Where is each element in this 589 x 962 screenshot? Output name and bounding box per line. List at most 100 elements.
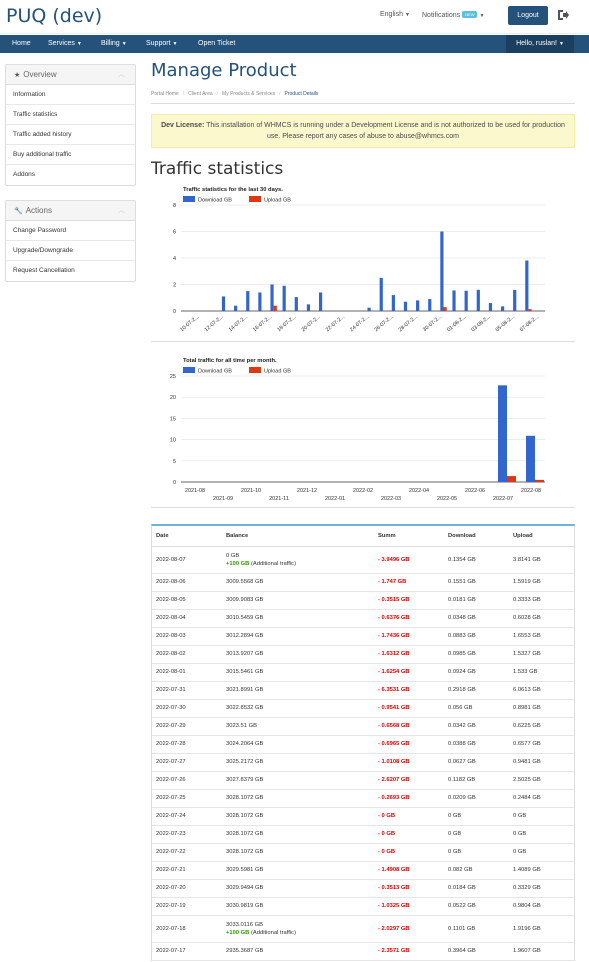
- nav-support[interactable]: Support ▼: [146, 35, 177, 53]
- cell-summ: - 0.3515 GB: [374, 591, 444, 610]
- logout-button[interactable]: Logout: [508, 6, 548, 25]
- col-date[interactable]: Date: [152, 526, 222, 547]
- brand-logo[interactable]: PUQ (dev): [6, 5, 102, 27]
- cell-download: 0.0184 GB: [444, 879, 509, 898]
- download-bar: [488, 303, 493, 311]
- overview-panel-header[interactable]: ★ Overview ︿: [6, 65, 135, 85]
- y-tick-label: 6: [173, 230, 176, 236]
- cell-date: 2022-07-20: [152, 879, 222, 898]
- language-selector[interactable]: English ▼: [380, 11, 410, 18]
- sidebar-item-traffic-added-history[interactable]: Traffic added history: [6, 125, 135, 145]
- cell-balance-value: 2935.3687 GB: [226, 948, 264, 954]
- x-tick-label: 2021-11: [269, 496, 289, 502]
- table-row: 2022-07-23 3028.1072 GB - 0 GB 0 GB 0 GB: [152, 825, 574, 844]
- chevron-up-icon[interactable]: ︿: [118, 65, 125, 85]
- section-title: Traffic statistics: [151, 159, 284, 179]
- user-menu[interactable]: Hello, ruslan! ▼: [506, 35, 574, 53]
- cell-summ-value: - 1.4908 GB: [378, 867, 410, 873]
- cell-download-value: 0.0985 GB: [448, 651, 476, 657]
- legend-label: Upload GB: [264, 369, 291, 375]
- chart-title: Total traffic for all time per month.: [183, 358, 277, 364]
- sidebar-item-upgrade-downgrade[interactable]: Upgrade/Downgrade: [6, 241, 135, 261]
- cell-date-value: 2022-08-02: [156, 651, 186, 657]
- breadcrumb-client-area[interactable]: Client Area: [188, 91, 212, 97]
- cell-date: 2022-07-27: [152, 753, 222, 772]
- download-bar: [258, 292, 262, 311]
- sidebar-item-addons[interactable]: Addons: [6, 165, 135, 185]
- cell-download: 0.0388 GB: [444, 735, 509, 754]
- nav-billing[interactable]: Billing ▼: [101, 35, 127, 53]
- sign-out-icon[interactable]: [557, 9, 569, 21]
- sidebar-item-buy-additional-traffic[interactable]: Buy additional traffic: [6, 145, 135, 165]
- download-bar: [440, 231, 444, 311]
- cell-balance: 3023.51 GB: [222, 717, 374, 736]
- y-tick-label: 0: [173, 309, 176, 315]
- col-balance[interactable]: Balance: [222, 526, 374, 547]
- cell-balance-value: 3025.2172 GB: [226, 759, 264, 765]
- notifications-menu[interactable]: Notifications NEW ▼: [422, 11, 484, 19]
- nav-services[interactable]: Services ▼: [48, 35, 82, 53]
- cell-download-value: 0 GB: [448, 831, 462, 837]
- sidebar-item-change-password[interactable]: Change Password: [6, 221, 135, 241]
- y-tick-label: 10: [170, 438, 176, 444]
- cell-upload: 1.6553 GB: [509, 627, 574, 646]
- cell-summ: - 0 GB: [374, 825, 444, 844]
- download-bar: [498, 385, 507, 482]
- table-row: 2022-07-27 3025.2172 GB - 1.0108 GB 0.0627 …: [152, 753, 574, 772]
- cell-summ: - 0.2693 GB: [374, 789, 444, 808]
- sidebar-item-request-cancellation[interactable]: Request Cancellation: [6, 261, 135, 281]
- cell-download: 0 GB: [444, 825, 509, 844]
- chevron-down-icon: ▼: [76, 41, 82, 47]
- cell-balance: 3010.5459 GB: [222, 609, 374, 628]
- cell-summ: - 1.6312 GB: [374, 645, 444, 664]
- y-tick-label: 5: [173, 459, 176, 465]
- legend-swatch: [249, 367, 261, 373]
- sidebar-item-information[interactable]: Information: [6, 85, 135, 105]
- table-row: 2022-07-19 3030.9819 GB - 1.0325 GB 0.0522 …: [152, 897, 574, 916]
- cell-balance-value: 3015.5461 GB: [226, 669, 264, 675]
- col-download[interactable]: Download: [444, 526, 509, 547]
- cell-download: 0.0181 GB: [444, 591, 509, 610]
- x-tick-label: 01-08-2...: [446, 314, 467, 333]
- download-bar: [525, 260, 529, 311]
- legend-label: Download GB: [198, 369, 232, 375]
- breadcrumb-portal-home[interactable]: Portal Home: [151, 91, 179, 97]
- col-summ[interactable]: Summ: [374, 526, 444, 547]
- top-header: PUQ (dev) English ▼ Notifications NEW ▼ Log…: [0, 0, 589, 34]
- cell-download: 0.0342 GB: [444, 717, 509, 736]
- breadcrumb-my-products[interactable]: My Products & Services: [222, 91, 275, 97]
- cell-download-value: 0.0522 GB: [448, 903, 476, 909]
- x-tick-label: 05-08-2...: [495, 314, 516, 333]
- table-row: 2022-08-01 3015.5461 GB - 1.6254 GB 0.0924 …: [152, 663, 574, 682]
- cell-date: 2022-08-02: [152, 645, 222, 664]
- cell-summ: - 2.0297 GB: [374, 915, 444, 943]
- x-tick-label: 2022-02: [353, 488, 373, 494]
- cell-summ: - 2.6207 GB: [374, 771, 444, 790]
- cell-summ-value: - 6.3531 GB: [378, 687, 410, 693]
- cell-download-value: 0.082 GB: [448, 867, 473, 873]
- cell-download: 0.056 GB: [444, 699, 509, 718]
- monthly-traffic-chart: Total traffic for all time per month. Dow…: [151, 353, 575, 508]
- col-upload[interactable]: Upload: [509, 526, 574, 547]
- cell-balance: 3028.1072 GB: [222, 825, 374, 844]
- nav-open-ticket[interactable]: Open Ticket: [198, 35, 235, 53]
- cell-upload-value: 0.6577 GB: [513, 741, 541, 747]
- cell-summ-value: - 0.3513 GB: [378, 885, 410, 891]
- table-row: 2022-07-18 3033.0116 GB +100 GB (Additiona…: [152, 915, 574, 943]
- chevron-up-icon[interactable]: ︿: [118, 201, 125, 221]
- nav-home[interactable]: Home: [12, 35, 31, 53]
- cell-summ: - 2.3571 GB: [374, 942, 444, 961]
- additional-traffic-amount: +100 GB: [226, 929, 250, 936]
- x-tick-label: 12-07-2...: [204, 314, 225, 333]
- cell-balance: 3012.2894 GB: [222, 627, 374, 646]
- table-row: 2022-07-26 3027.8379 GB - 2.6207 GB 0.1182 …: [152, 771, 574, 790]
- y-tick-label: 8: [173, 203, 176, 209]
- cell-summ-value: - 0.6568 GB: [378, 723, 410, 729]
- cell-upload: 1.9196 GB: [509, 915, 574, 943]
- download-bar: [367, 307, 371, 311]
- actions-panel-header[interactable]: 🔧 Actions ︿: [6, 201, 135, 221]
- sidebar-item-traffic-statistics[interactable]: Traffic statistics: [6, 105, 135, 125]
- legend-swatch: [249, 196, 261, 202]
- cell-upload-value: 0.9481 GB: [513, 759, 541, 765]
- cell-balance-value: 3013.9207 GB: [226, 651, 264, 657]
